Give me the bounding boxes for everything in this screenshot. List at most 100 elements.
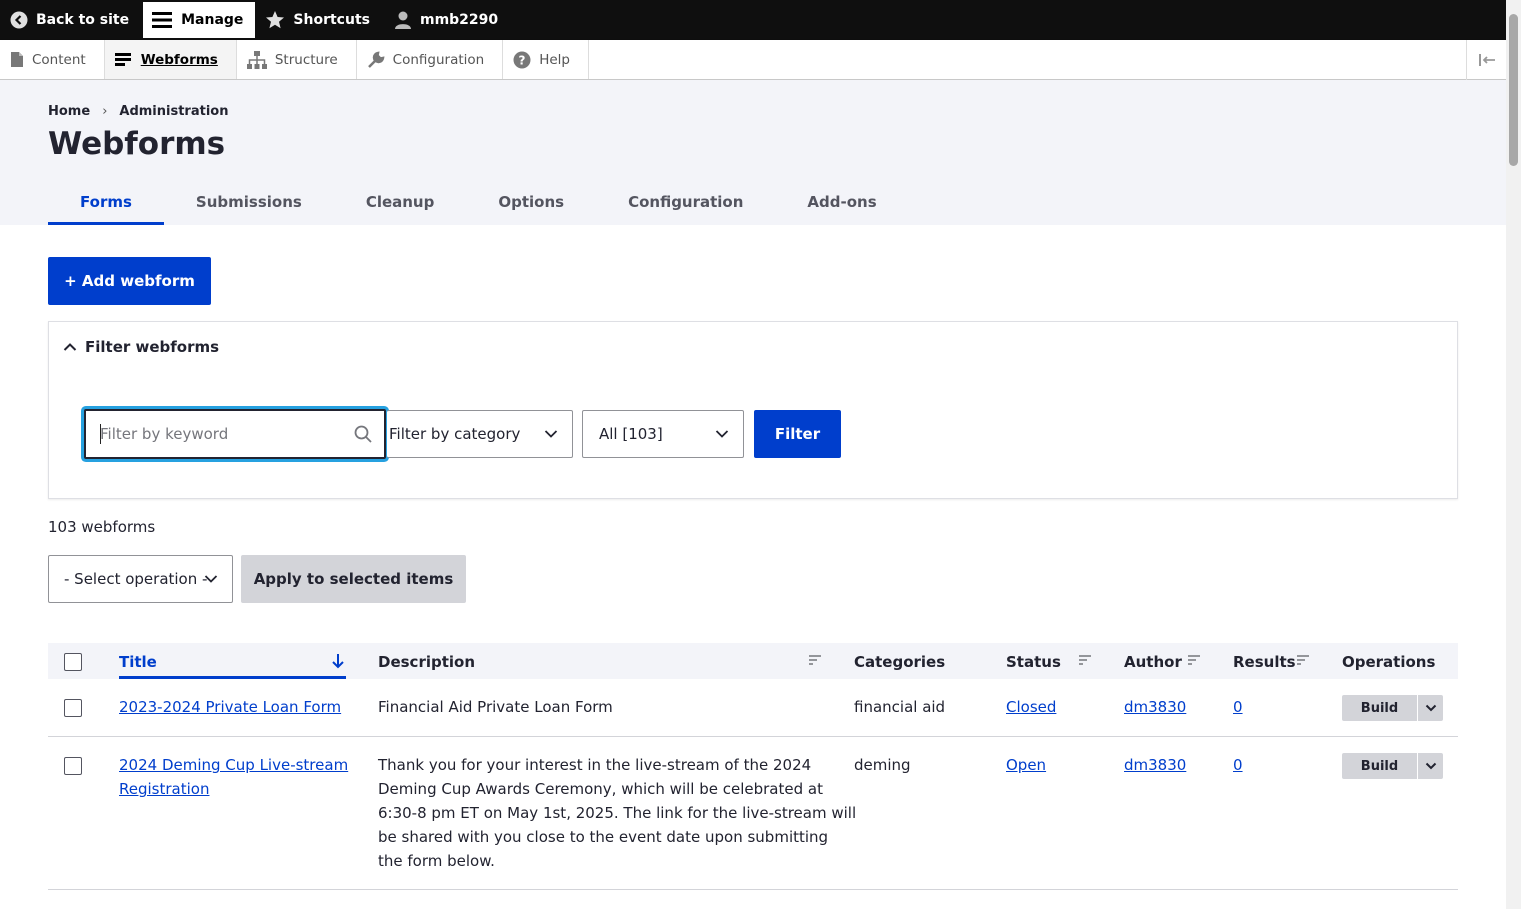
breadcrumb-home[interactable]: Home — [48, 104, 90, 119]
operations-toggle[interactable] — [1418, 753, 1443, 779]
category-select-value: Filter by category — [389, 425, 521, 443]
shortcuts-tab[interactable]: Shortcuts — [255, 0, 384, 40]
manage-tab[interactable]: Manage — [143, 2, 256, 38]
scrollbar-thumb[interactable] — [1509, 14, 1518, 166]
sitemap-icon — [246, 50, 267, 69]
webform-title-link-continued[interactable]: Registration — [119, 777, 209, 801]
table-header: Title Description Categories Status Auth… — [48, 643, 1458, 679]
bulk-operation-value: - Select operation - — [64, 570, 208, 588]
webform-author-link[interactable]: dm3830 — [1124, 753, 1186, 777]
row-select-checkbox[interactable] — [64, 699, 82, 717]
webform-results-link[interactable]: 0 — [1233, 695, 1243, 719]
webform-count: 103 webforms — [48, 518, 156, 536]
keyword-filter-input[interactable]: Filter by keyword — [84, 409, 386, 459]
build-button[interactable]: Build — [1342, 753, 1417, 779]
page-scrollbar[interactable] — [1506, 0, 1521, 909]
text-cursor — [100, 424, 101, 444]
webform-results-link[interactable]: 0 — [1233, 753, 1243, 777]
page-title: Webforms — [48, 126, 226, 162]
primary-tabs: Forms Submissions Cleanup Options Config… — [48, 184, 909, 225]
tray-item-webforms[interactable]: Webforms — [104, 40, 237, 79]
filter-button[interactable]: Filter — [754, 410, 841, 458]
svg-text:?: ? — [519, 53, 526, 67]
webform-category: deming — [854, 756, 911, 774]
state-select[interactable]: All [103] — [582, 410, 744, 458]
tray-orientation-toggle[interactable] — [1466, 40, 1506, 80]
webform-icon — [114, 52, 131, 66]
help-icon: ? — [513, 51, 531, 68]
webform-description-line: Thank you for your interest in the live-… — [378, 756, 812, 774]
row-select-checkbox[interactable] — [64, 757, 82, 775]
breadcrumb: Home › Administration — [48, 104, 228, 119]
tab-configuration[interactable]: Configuration — [596, 184, 775, 225]
filter-webforms-panel: Filter webforms Filter by keyword Filter… — [48, 321, 1458, 499]
breadcrumb-administration[interactable]: Administration — [119, 104, 228, 119]
column-header-title[interactable]: Title — [119, 653, 157, 671]
chevron-down-icon — [1425, 762, 1436, 770]
webform-title-link[interactable]: 2024 Deming Cup Live-stream — [119, 753, 348, 777]
collapse-arrow-icon — [1478, 54, 1495, 66]
webform-category: financial aid — [854, 698, 946, 716]
build-button[interactable]: Build — [1342, 695, 1417, 721]
tray-item-structure[interactable]: Structure — [237, 40, 357, 79]
category-select[interactable]: Filter by category — [387, 410, 573, 458]
column-header-categories: Categories — [854, 653, 946, 671]
webform-description-line: Deming Cup Awards Ceremony, which will b… — [378, 780, 823, 798]
tray-item-content[interactable]: Content — [0, 40, 105, 79]
add-webform-button[interactable]: + Add webform — [48, 257, 211, 305]
select-all-checkbox[interactable] — [64, 653, 82, 671]
column-header-operations: Operations — [1342, 653, 1436, 671]
bulk-operation-select[interactable]: - Select operation - — [48, 555, 233, 603]
tab-options[interactable]: Options — [466, 184, 596, 225]
webform-description-line: the form below. — [378, 852, 495, 870]
tray-item-label: Help — [539, 51, 570, 68]
sort-icon — [1079, 655, 1091, 665]
filter-webforms-summary[interactable]: Filter webforms — [63, 338, 219, 356]
tray-item-label: Content — [32, 51, 86, 68]
admin-tray: Content Webforms Structure Configuration… — [0, 40, 1506, 80]
webform-description-line: be shared with you close to the event da… — [378, 828, 829, 846]
sort-icon — [1297, 655, 1309, 665]
user-label: mmb2290 — [419, 12, 499, 28]
webform-author-link[interactable]: dm3830 — [1124, 695, 1186, 719]
table-row: 2023-2024 Private Loan Form Financial Ai… — [48, 679, 1458, 737]
tab-cleanup[interactable]: Cleanup — [334, 184, 467, 225]
chevron-up-icon — [63, 343, 77, 351]
admin-toolbar: Back to site Manage Shortcuts mmb2290 — [0, 0, 1506, 40]
file-icon — [11, 52, 23, 67]
webform-status-link[interactable]: Open — [1006, 753, 1046, 777]
chevron-down-icon — [1425, 704, 1436, 712]
search-icon — [354, 425, 372, 443]
webform-description: Financial Aid Private Loan Form — [378, 698, 613, 716]
tray-item-help[interactable]: ? Help — [503, 40, 589, 79]
column-header-results[interactable]: Results — [1233, 653, 1296, 671]
back-to-site-label: Back to site — [36, 12, 130, 28]
star-icon — [266, 11, 285, 29]
back-arrow-icon — [10, 11, 28, 29]
apply-to-selected-button[interactable]: Apply to selected items — [241, 555, 466, 603]
tab-add-ons[interactable]: Add-ons — [775, 184, 908, 225]
webform-description-line: 6:30-8 pm ET on May 1st, 2025. The link … — [378, 804, 857, 822]
user-tab[interactable]: mmb2290 — [384, 0, 512, 40]
tray-item-configuration[interactable]: Configuration — [357, 40, 504, 79]
sort-icon — [809, 655, 821, 665]
webform-title-link[interactable]: 2023-2024 Private Loan Form — [119, 695, 341, 719]
column-header-status[interactable]: Status — [1006, 653, 1061, 671]
column-header-author[interactable]: Author — [1124, 653, 1182, 671]
webform-status-link[interactable]: Closed — [1006, 695, 1056, 719]
operations-toggle[interactable] — [1418, 695, 1443, 721]
back-to-site-link[interactable]: Back to site — [0, 0, 143, 40]
tray-item-label: Webforms — [140, 51, 218, 68]
column-header-description[interactable]: Description — [378, 653, 475, 671]
tab-submissions[interactable]: Submissions — [164, 184, 334, 225]
operations-dropbutton: Build — [1342, 753, 1443, 779]
tray-item-label: Structure — [274, 51, 338, 68]
filter-webforms-label: Filter webforms — [85, 338, 220, 356]
sort-icon — [1188, 655, 1200, 665]
tab-forms[interactable]: Forms — [48, 184, 164, 225]
operations-dropbutton: Build — [1342, 695, 1443, 721]
keyword-placeholder: Filter by keyword — [100, 425, 229, 443]
breadcrumb-separator: › — [102, 104, 108, 119]
chevron-down-icon — [204, 575, 218, 583]
page-header: Home › Administration Webforms Forms Sub… — [0, 80, 1506, 225]
